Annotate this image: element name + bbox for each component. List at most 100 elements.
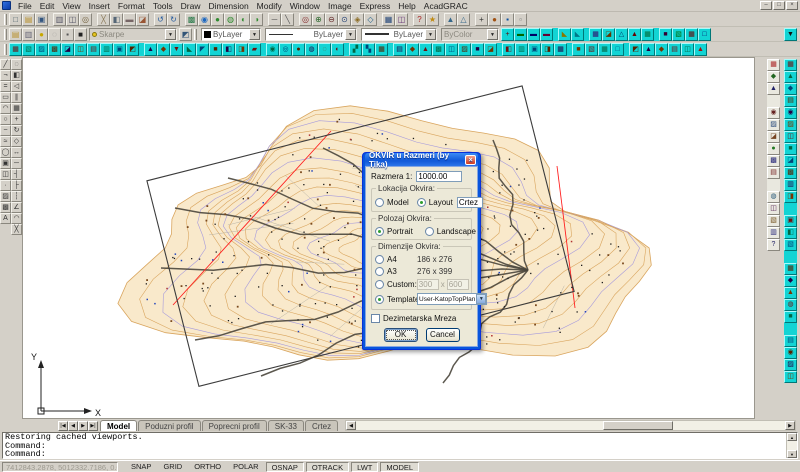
list-icon[interactable]: ╲: [281, 13, 294, 26]
grac-tool-icon[interactable]: ◍: [767, 191, 780, 203]
grac-tool-icon[interactable]: △: [615, 28, 628, 41]
layout-name-input[interactable]: [457, 197, 483, 208]
grac-tool-icon[interactable]: ◧: [502, 43, 515, 56]
grac-tool-icon[interactable]: ◫: [445, 43, 458, 56]
grac-tool-icon[interactable]: ▦: [784, 263, 797, 275]
pline-icon[interactable]: ¬: [0, 70, 11, 81]
custom-radio[interactable]: [375, 280, 384, 289]
spline-icon[interactable]: ≈: [0, 136, 11, 147]
grac-tool-icon[interactable]: ◉: [784, 347, 797, 359]
custom-height-input[interactable]: [447, 279, 469, 290]
grac-tool-icon[interactable]: ◪: [61, 43, 74, 56]
scroll-right-icon[interactable]: ▶: [785, 421, 795, 430]
grac-tool-icon[interactable]: ▬: [527, 28, 540, 41]
grac-tool-icon[interactable]: ▬: [540, 28, 553, 41]
coordinate-readout[interactable]: 7412843.2878, 5012332.7186, 0.0000: [2, 462, 118, 472]
rectangle-icon[interactable]: ▭: [0, 92, 11, 103]
grac-tool-icon[interactable]: ◣: [571, 28, 584, 41]
grac-tool-icon[interactable]: ▲: [784, 287, 797, 299]
grac-tool-icon[interactable]: ▥: [515, 43, 528, 56]
render-icon[interactable]: ●: [211, 13, 224, 26]
grac-tool-icon[interactable]: ▣: [784, 215, 797, 227]
chevron-down-icon[interactable]: ▼: [345, 29, 356, 40]
grac-tool-icon[interactable]: ▤: [668, 43, 681, 56]
explode-icon[interactable]: ╳: [11, 224, 22, 235]
mline-icon[interactable]: =: [0, 81, 11, 92]
grac-tool-icon[interactable]: ▤: [767, 167, 780, 179]
layout-tab[interactable]: Crtez: [305, 420, 338, 431]
extend-icon[interactable]: ├: [11, 180, 22, 191]
grac-tool-icon[interactable]: ▦: [767, 59, 780, 71]
grac-tool-icon[interactable]: ■: [471, 43, 484, 56]
print-icon[interactable]: ▥: [53, 13, 66, 26]
zoom-realtime-icon[interactable]: ◎: [299, 13, 312, 26]
grac-tool-icon[interactable]: ▞: [349, 43, 362, 56]
grac-tool-icon[interactable]: ◨: [541, 43, 554, 56]
grac-tool-icon[interactable]: ▦: [641, 28, 654, 41]
scale-icon[interactable]: ◇: [11, 136, 22, 147]
preview-icon[interactable]: ◫: [66, 13, 79, 26]
tab-nav-button[interactable]: |◀: [58, 421, 68, 431]
menu-item[interactable]: Draw: [177, 0, 205, 12]
status-toggle-button[interactable]: GRID: [158, 462, 187, 472]
grac-tool-icon[interactable]: ◫: [767, 203, 780, 215]
status-toggle-button[interactable]: OSNAP: [266, 462, 304, 472]
status-toggle-button[interactable]: OTRACK: [306, 462, 349, 472]
text-icon[interactable]: A: [0, 213, 11, 224]
grac-tool-icon[interactable]: ▲: [144, 43, 157, 56]
layout-tab[interactable]: Poprecni profil: [202, 420, 267, 431]
revcloud-icon[interactable]: ~: [0, 125, 11, 136]
grac-tool-icon[interactable]: ▦: [598, 43, 611, 56]
grac-tool-icon[interactable]: ▥: [784, 179, 797, 191]
status-toggle-button[interactable]: ORTHO: [189, 462, 226, 472]
restore-button-icon[interactable]: □: [773, 1, 785, 10]
grac-tool-icon[interactable]: ▲: [642, 43, 655, 56]
open-icon[interactable]: ▤: [22, 13, 35, 26]
scroll-down-icon[interactable]: ▼: [787, 450, 797, 458]
materials-icon[interactable]: ◍: [224, 13, 237, 26]
copy-icon[interactable]: ◧: [110, 13, 123, 26]
grac-tool-icon[interactable]: ▲: [767, 83, 780, 95]
grac-tool-icon[interactable]: ▰: [248, 43, 261, 56]
scrollbar-thumb[interactable]: [603, 421, 673, 430]
menu-item[interactable]: Window: [286, 0, 324, 12]
status-toggle-button[interactable]: POLAR: [228, 462, 263, 472]
grac-tool-icon[interactable]: ▩: [784, 167, 797, 179]
zoom-out-icon[interactable]: ⊖: [325, 13, 338, 26]
redo-icon[interactable]: ↻: [167, 13, 180, 26]
grac-tool-icon[interactable]: ▲: [784, 71, 797, 83]
grac-tool-icon[interactable]: ◨: [235, 43, 248, 56]
menu-item[interactable]: Help: [394, 0, 419, 12]
grac-tool-icon[interactable]: ■: [209, 43, 222, 56]
grac-tool-icon[interactable]: ▧: [585, 43, 598, 56]
grac-tool-icon[interactable]: ▥: [767, 227, 780, 239]
layer-on-icon[interactable]: ●: [35, 28, 48, 41]
mirror-icon[interactable]: ◁: [11, 81, 22, 92]
trim-icon[interactable]: ┤: [11, 169, 22, 180]
scroll-left-icon[interactable]: ◀: [346, 421, 356, 430]
grac-tool-icon[interactable]: ◪: [784, 155, 797, 167]
grac-tool-icon[interactable]: ◆: [157, 43, 170, 56]
grac-tool-icon[interactable]: ◧: [222, 43, 235, 56]
chevron-down-icon[interactable]: ▼: [487, 29, 498, 40]
grac-tool-icon[interactable]: ▤: [784, 95, 797, 107]
move-icon[interactable]: +: [11, 114, 22, 125]
grac-tool-icon[interactable]: [767, 179, 780, 191]
layout-radio[interactable]: [417, 198, 426, 207]
point-style-icon[interactable]: +: [475, 13, 488, 26]
paste-icon[interactable]: ▬: [123, 13, 136, 26]
grac-tool-icon[interactable]: ▨: [784, 119, 797, 131]
cancel-button[interactable]: Cancel: [426, 328, 460, 342]
menu-item[interactable]: Image: [324, 0, 356, 12]
copy-object-icon[interactable]: ◧: [11, 70, 22, 81]
grac-tool-icon[interactable]: ●: [767, 143, 780, 155]
close-button-icon[interactable]: ×: [786, 1, 798, 10]
grac-tool-icon[interactable]: ▲: [628, 28, 641, 41]
grac-tool-icon[interactable]: ◆: [655, 43, 668, 56]
distance-icon[interactable]: ─: [268, 13, 281, 26]
grac-tool-icon[interactable]: ◩: [629, 43, 642, 56]
template-radio[interactable]: [375, 295, 384, 304]
plotstyle-combo[interactable]: ByColor ▼: [441, 28, 499, 41]
grac-tool-icon[interactable]: ◆: [767, 71, 780, 83]
grac-tool-icon[interactable]: ◎: [279, 43, 292, 56]
